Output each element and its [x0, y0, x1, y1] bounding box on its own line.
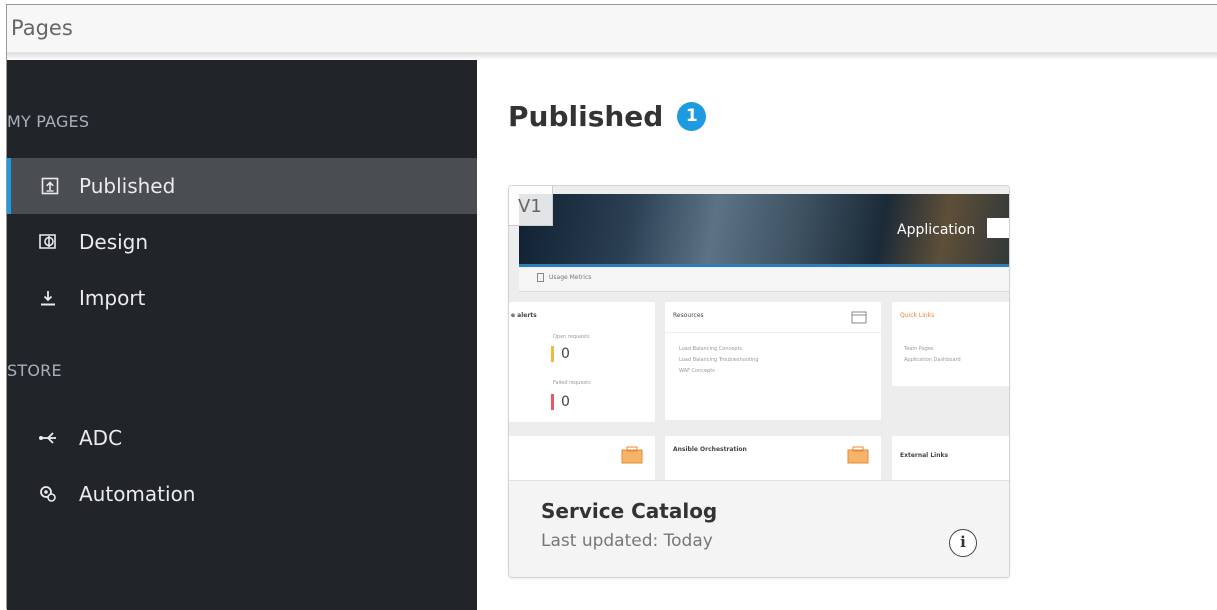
more-options-button[interactable]: ⋮	[1001, 529, 1009, 557]
adc-icon	[7, 430, 63, 446]
main-content: Published 1 Application vic Usage Metric…	[477, 60, 1217, 610]
preview-banner-stripe	[519, 264, 1009, 267]
automation-icon	[7, 485, 63, 503]
sidebar: MY PAGES Published Design Import STORE A	[7, 60, 477, 610]
top-bar: Pages	[7, 5, 1217, 53]
sidebar-item-design[interactable]: Design	[7, 214, 477, 270]
top-bar-shadow	[7, 53, 1217, 60]
preview-alert1-label: Open requests	[553, 334, 590, 340]
card-footer: Service Catalog Last updated: Today i ⋮	[509, 480, 1009, 577]
preview-quicklink-item: Application Dashboard	[904, 357, 961, 363]
preview-resource-item: Load Balancing Troubleshooting	[679, 357, 759, 363]
card-last-updated: Last updated: Today	[541, 531, 713, 551]
pages-window: Pages MY PAGES Published Design Import S…	[6, 4, 1217, 610]
preview-resources-title: Resources	[673, 312, 704, 319]
store-section-label: STORE	[7, 361, 62, 380]
preview-alert1-value: 0	[561, 346, 570, 362]
version-badge: V1	[509, 186, 553, 226]
preview-page-icon	[537, 273, 544, 282]
section-title: Published	[508, 100, 664, 133]
page-thumbnail[interactable]: Application vic Usage Metrics e alerts O…	[509, 186, 1009, 480]
count-badge: 1	[677, 102, 707, 131]
preview-subbar: Usage Metrics	[519, 268, 1009, 292]
preview-alerts-panel: e alerts Open requests 0 Failed requests…	[509, 302, 655, 422]
box-icon	[847, 446, 869, 464]
preview-external-panel: External Links	[892, 436, 1009, 480]
design-icon	[7, 233, 63, 251]
preview-quicklink-item: Team Pages	[904, 346, 934, 352]
sidebar-item-label: Published	[79, 174, 176, 198]
info-button[interactable]: i	[949, 529, 977, 557]
box-icon	[621, 446, 643, 464]
preview-alert1-bar	[551, 346, 554, 362]
preview-catalog-panel	[509, 436, 655, 480]
preview-alert2-bar	[551, 394, 554, 410]
preview-alert2-value: 0	[561, 394, 570, 410]
sidebar-item-label: Automation	[79, 482, 196, 506]
sidebar-item-import[interactable]: Import	[7, 270, 477, 326]
preview-ansible-title: Ansible Orchestration	[673, 446, 747, 453]
sidebar-item-label: ADC	[79, 426, 123, 450]
preview-quicklinks-title: Quick Links	[900, 312, 935, 319]
sidebar-item-automation[interactable]: Automation	[7, 466, 477, 522]
published-heading: Published 1	[508, 100, 707, 133]
preview-alerts-title: e alerts	[511, 312, 537, 319]
upload-page-icon	[11, 177, 67, 195]
preview-external-title: External Links	[900, 452, 949, 459]
page-title: Pages	[11, 16, 73, 40]
sidebar-item-published[interactable]: Published	[7, 158, 477, 214]
sidebar-item-label: Import	[79, 286, 146, 310]
preview-banner-logo	[987, 218, 1009, 238]
sidebar-item-label: Design	[79, 230, 149, 254]
preview-panel-divider	[665, 332, 881, 333]
preview-resources-panel: Resources Load Balancing Concepts Load B…	[665, 302, 881, 420]
preview-alert2-label: Failed requests	[553, 380, 591, 386]
preview-quicklinks-panel: Quick Links Team Pages Application Dashb…	[892, 302, 1009, 386]
preview-subbar-label: Usage Metrics	[549, 274, 592, 281]
calendar-icon	[851, 311, 867, 324]
preview-resource-item: Load Balancing Concepts	[679, 346, 743, 352]
page-card[interactable]: Application vic Usage Metrics e alerts O…	[508, 185, 1010, 578]
preview-resource-item: WAF Concepts	[679, 368, 715, 374]
my-pages-section-label: MY PAGES	[7, 112, 90, 131]
card-title[interactable]: Service Catalog	[541, 499, 717, 523]
preview-ansible-panel: Ansible Orchestration	[665, 436, 881, 480]
preview-banner-title: Application	[897, 222, 976, 238]
import-icon	[7, 289, 63, 307]
sidebar-item-adc[interactable]: ADC	[7, 410, 477, 466]
